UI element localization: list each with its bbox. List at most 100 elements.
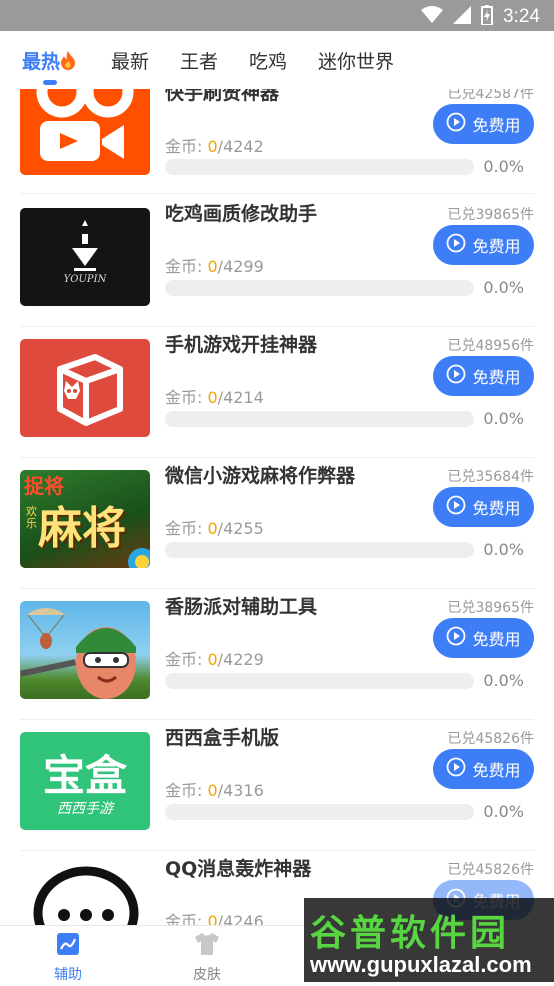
coin-current: 0 (207, 650, 218, 669)
free-use-button[interactable]: 免费用 (433, 356, 534, 396)
nav-assist[interactable]: 辅助 (38, 932, 98, 984)
button-label: 免费用 (472, 761, 521, 780)
mahjong-logo: 捉将 欢乐 麻将 (20, 470, 150, 568)
item-title: QQ消息轰炸神器 (165, 858, 312, 880)
coin-total: /4229 (217, 650, 264, 669)
tab-indicator (43, 80, 57, 85)
list-item[interactable]: YOUPIN 吃鸡画质修改助手 已兑39865件 免费用 金币: 0/4299 … (0, 196, 554, 327)
coin-progress-text: 金币: 0/4255 (165, 515, 264, 539)
progress-percent: 0.0% (483, 540, 524, 559)
baohe-big-text: 宝盒 (42, 751, 127, 800)
progress-percent: 0.0% (483, 671, 524, 690)
category-tabs: 最热 最新 王者 吃鸡 迷你世界 (0, 31, 554, 89)
play-circle-icon (446, 495, 466, 519)
coin-label: 金币: (165, 257, 208, 276)
item-title: 吃鸡画质修改助手 (165, 203, 318, 225)
cube-devil-logo (20, 339, 150, 437)
coin-current: 0 (207, 257, 218, 276)
coin-progress-text: 金币: 0/4229 (165, 646, 264, 670)
progress-bar (165, 804, 474, 820)
coin-label: 金币: (165, 781, 208, 800)
free-use-button[interactable]: 免费用 (433, 104, 534, 144)
sausage-party-logo (20, 601, 150, 699)
redeemed-count: 已兑35684件 (447, 469, 534, 485)
coin-progress-text: 金币: 0/4246 (165, 908, 264, 925)
nav-label: 皮肤 (193, 967, 221, 983)
coin-current: 0 (207, 912, 218, 925)
kuaishou-logo (20, 89, 150, 175)
battery-charging-icon (481, 5, 494, 29)
progress-percent: 0.0% (483, 278, 524, 297)
wifi-icon (421, 6, 444, 28)
list-item[interactable]: 香肠派对辅助工具 已兑38965件 免费用 金币: 0/4229 0.0% (0, 589, 554, 720)
coin-label: 金币: (165, 137, 208, 156)
coin-total: /4242 (217, 137, 264, 156)
tab-hottest[interactable]: 最热 (22, 47, 76, 74)
redeemed-count: 已兑38965件 (447, 600, 534, 616)
coin-total: /4246 (217, 912, 264, 925)
list-item[interactable]: 快手刷赞神器 已兑42587件 免费用 金币: 0/4242 0.0% (0, 89, 554, 194)
button-label: 免费用 (472, 630, 521, 649)
redeemed-count: 已兑45826件 (447, 731, 534, 747)
coin-progress-text: 金币: 0/4214 (165, 384, 264, 408)
tshirt-icon (193, 933, 221, 960)
free-use-button[interactable]: 免费用 (433, 225, 534, 265)
tab-mini-world[interactable]: 迷你世界 (318, 47, 394, 74)
coin-label: 金币: (165, 388, 208, 407)
tab-label: 最热 (22, 51, 61, 73)
coin-total: /4316 (217, 781, 264, 800)
coin-current: 0 (207, 781, 218, 800)
coin-total: /4214 (217, 388, 264, 407)
progress-percent: 0.0% (483, 802, 524, 821)
watermark-title: 谷普软件园 (310, 913, 511, 954)
nav-skins[interactable]: 皮肤 (177, 932, 237, 984)
free-use-button[interactable]: 免费用 (433, 749, 534, 789)
tab-newest[interactable]: 最新 (111, 47, 149, 74)
coin-progress-text: 金币: 0/4316 (165, 777, 264, 801)
redeemed-count: 已兑42587件 (447, 89, 534, 102)
progress-percent: 0.0% (483, 409, 524, 428)
divider (20, 193, 534, 194)
button-label: 免费用 (472, 368, 521, 387)
status-time: 3:24 (503, 6, 540, 27)
button-label: 免费用 (472, 237, 521, 256)
progress-bar (165, 673, 474, 689)
mahjong-big-text: 麻将 (38, 503, 126, 554)
button-label: 免费用 (472, 499, 521, 518)
play-circle-icon (446, 233, 466, 257)
progress-bar (165, 280, 474, 296)
coin-current: 0 (207, 519, 218, 538)
qq-bubble-logo (20, 863, 150, 925)
watermark-url: www.gupuxlazal.com (310, 952, 532, 977)
item-title: 西西盒手机版 (165, 727, 280, 749)
progress-bar (165, 411, 474, 427)
redeemed-count: 已兑48956件 (447, 338, 534, 354)
status-bar: 3:24 (0, 0, 554, 31)
coin-current: 0 (207, 388, 218, 407)
coin-label: 金币: (165, 912, 208, 925)
free-use-button[interactable]: 免费用 (433, 487, 534, 527)
play-circle-icon (446, 626, 466, 650)
tab-pubg[interactable]: 吃鸡 (249, 47, 287, 74)
nav-label: 辅助 (54, 967, 82, 983)
redeemed-count: 已兑45826件 (447, 862, 534, 878)
tab-honor-of-kings[interactable]: 王者 (180, 47, 218, 74)
app-list: 快手刷赞神器 已兑42587件 免费用 金币: 0/4242 0.0% YOUP… (0, 89, 554, 925)
coin-total: /4299 (217, 257, 264, 276)
list-item[interactable]: 捉将 欢乐 麻将 微信小游戏麻将作弊器 已兑35684件 免费用 金币: 0/4… (0, 458, 554, 589)
list-item[interactable]: 手机游戏开挂神器 已兑48956件 免费用 金币: 0/4214 0.0% (0, 327, 554, 458)
coin-total: /4255 (217, 519, 264, 538)
site-watermark: 谷普软件园 www.gupuxlazal.com (304, 898, 554, 982)
fire-icon (60, 51, 76, 73)
free-use-button[interactable]: 免费用 (433, 618, 534, 658)
item-title: 微信小游戏麻将作弊器 (165, 465, 356, 487)
list-item[interactable]: 宝盒 西西手游 西西盒手机版 已兑45826件 免费用 金币: 0/4316 0… (0, 720, 554, 851)
baohe-logo: 宝盒 西西手游 (20, 732, 150, 830)
coin-progress-text: 金币: 0/4242 (165, 133, 264, 157)
progress-bar (165, 542, 474, 558)
progress-bar (165, 159, 474, 175)
item-title: 快手刷赞神器 (165, 89, 280, 104)
redeemed-count: 已兑39865件 (447, 207, 534, 223)
item-title: 香肠派对辅助工具 (165, 596, 318, 618)
coin-progress-text: 金币: 0/4299 (165, 253, 264, 277)
